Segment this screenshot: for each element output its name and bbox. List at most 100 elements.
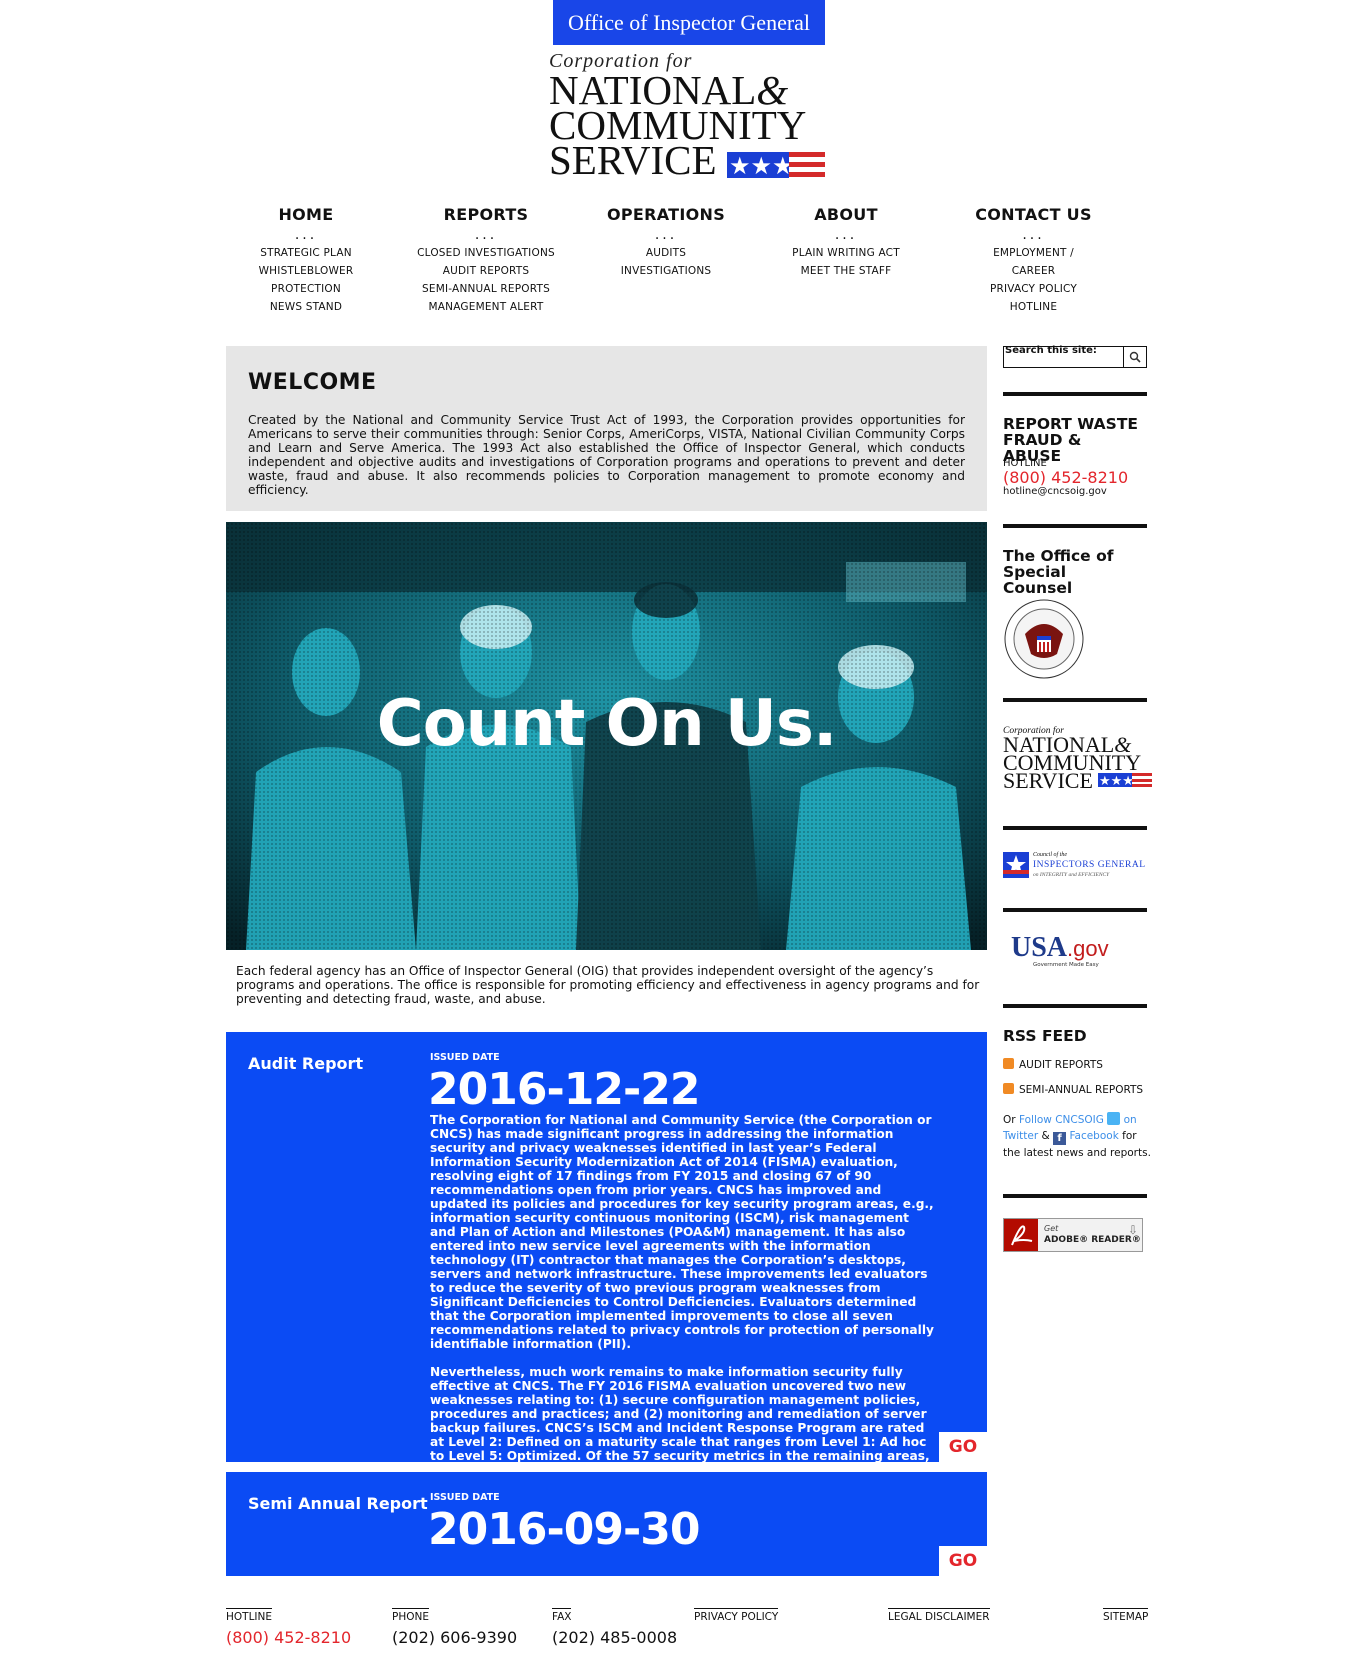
nav-dots: ... <box>654 227 678 243</box>
nav-dots: ... <box>1022 227 1045 243</box>
nav-col-home: HOME ... STRATEGIC PLAN WHISTLEBLOWER PR… <box>226 205 386 316</box>
cigie-sub: on INTEGRITY and EFFICIENCY <box>1033 872 1110 878</box>
nav-semi-annual-reports[interactable]: SEMI-ANNUAL REPORTS <box>411 280 561 298</box>
flag-stars-stripes-icon: ★★★ <box>726 151 825 180</box>
nav-plain-writing-act[interactable]: PLAIN WRITING ACT <box>786 244 906 262</box>
footer-label: HOTLINE <box>226 1608 273 1623</box>
footer-label: FAX <box>552 1608 572 1623</box>
usa-gov-logo[interactable]: USA.gov Government Made Easy <box>1011 932 1131 972</box>
nav-home[interactable]: HOME <box>226 205 386 224</box>
report-waste-title: REPORT WASTE FRAUD & ABUSE <box>1003 415 1138 465</box>
search-icon <box>1129 351 1141 363</box>
cigie-flag-icon <box>1003 852 1029 878</box>
footer-label[interactable]: PRIVACY POLICY <box>694 1608 779 1623</box>
sidebar-divider <box>1003 1004 1147 1008</box>
osc-seal-icon[interactable] <box>1003 598 1085 680</box>
footer-label[interactable]: SITEMAP <box>1103 1608 1149 1623</box>
nav-col-reports: REPORTS ... CLOSED INVESTIGATIONS AUDIT … <box>411 205 561 316</box>
welcome-text: Created by the National and Community Se… <box>248 413 965 497</box>
adobe-reader-button[interactable]: Get ADOBE® READER® ⇩ <box>1003 1218 1143 1252</box>
footer-legal-disclaimer[interactable]: LEGAL DISCLAIMER <box>888 1605 990 1624</box>
hotline-email[interactable]: hotline@cncsoig.gov <box>1003 486 1107 497</box>
sidebar-divider <box>1003 1194 1147 1198</box>
facebook-link[interactable]: Facebook <box>1069 1130 1118 1142</box>
search-input[interactable]: Search this site: <box>1003 345 1147 368</box>
report-title[interactable]: Audit Report <box>248 1054 363 1073</box>
sidebar-divider <box>1003 908 1147 912</box>
cigie-small: Council of the <box>1033 852 1067 858</box>
nav-reports[interactable]: REPORTS <box>411 205 561 224</box>
footer-label: PHONE <box>392 1608 429 1623</box>
audit-report-card: Audit Report ISSUED DATE 2016-12-22 The … <box>226 1032 987 1491</box>
report-date: 2016-09-30 <box>428 1504 700 1555</box>
rss-icon <box>1003 1058 1014 1069</box>
rss-semi-annual-reports[interactable]: SEMI-ANNUAL REPORTS <box>1003 1083 1143 1096</box>
svg-text:★★★: ★★★ <box>729 152 794 180</box>
cigie-logo[interactable]: Council of the INSPECTORS GENERAL on INT… <box>1003 852 1153 882</box>
nav-audit-reports[interactable]: AUDIT REPORTS <box>411 262 561 280</box>
svg-text:★★★: ★★★ <box>1099 774 1134 788</box>
twitter-link[interactable]: Twitter <box>1003 1130 1038 1142</box>
nav-col-about: ABOUT ... PLAIN WRITING ACT MEET THE STA… <box>786 205 906 280</box>
main-nav: HOME ... STRATEGIC PLAN WHISTLEBLOWER PR… <box>226 205 1156 325</box>
download-arrow-icon: ⇩ <box>1127 1223 1138 1237</box>
rss-label: SEMI-ANNUAL REPORTS <box>1019 1084 1144 1096</box>
nav-management-alert[interactable]: MANAGEMENT ALERT <box>411 298 561 316</box>
follow-or: Or <box>1003 1114 1016 1126</box>
nav-privacy-policy[interactable]: PRIVACY POLICY <box>971 280 1096 298</box>
footer-value[interactable]: (800) 452-8210 <box>226 1628 351 1647</box>
footer-sitemap[interactable]: SITEMAP <box>1103 1605 1149 1624</box>
site-header: Office of Inspector General Corporation … <box>0 0 1366 190</box>
nav-audits[interactable]: AUDITS <box>606 244 726 262</box>
nav-closed-investigations[interactable]: CLOSED INVESTIGATIONS <box>411 244 561 262</box>
welcome-panel: WELCOME Created by the National and Comm… <box>226 346 987 511</box>
nav-dots: ... <box>474 227 498 243</box>
search-button[interactable] <box>1123 346 1147 368</box>
rss-audit-reports[interactable]: AUDIT REPORTS <box>1003 1058 1103 1071</box>
flag-stars-stripes-icon: ★★★ <box>1098 773 1153 789</box>
follow-amp: & <box>1041 1130 1050 1142</box>
footer-phone: PHONE (202) 606-9390 <box>392 1605 517 1647</box>
nav-about[interactable]: ABOUT <box>786 205 906 224</box>
hero-tagline: Count On Us. <box>376 687 838 761</box>
twitter-icon[interactable] <box>1107 1112 1121 1125</box>
cigie-name: INSPECTORS GENERAL <box>1033 860 1146 870</box>
footer-value[interactable]: (202) 606-9390 <box>392 1628 517 1647</box>
nav-strategic-plan[interactable]: STRATEGIC PLAN <box>226 244 386 262</box>
report-date: 2016-12-22 <box>428 1064 700 1115</box>
footer-fax: FAX (202) 485-0008 <box>552 1605 677 1647</box>
welcome-title: WELCOME <box>248 370 377 395</box>
go-button[interactable]: GO <box>939 1546 987 1576</box>
nav-employment-career[interactable]: EMPLOYMENT / CAREER <box>971 244 1096 280</box>
nav-meet-the-staff[interactable]: MEET THE STAFF <box>786 262 906 280</box>
hotline-phone[interactable]: (800) 452-8210 <box>1003 468 1128 487</box>
mini-logo-service: SERVICE <box>1003 768 1093 793</box>
facebook-icon[interactable]: f <box>1053 1132 1067 1145</box>
go-button[interactable]: GO <box>939 1432 987 1462</box>
rss-icon <box>1003 1083 1014 1094</box>
follow-text: Or Follow CNCSOIG on Twitter & f Faceboo… <box>1003 1112 1153 1161</box>
nav-hotline[interactable]: HOTLINE <box>971 298 1096 316</box>
osc-title[interactable]: The Office of Special Counsel <box>1003 548 1133 596</box>
adobe-icon <box>1004 1219 1038 1251</box>
nav-whistleblower-protection[interactable]: WHISTLEBLOWER PROTECTION <box>226 262 386 298</box>
adobe-name: ADOBE® READER® <box>1044 1235 1141 1245</box>
usa-text: USA <box>1011 932 1068 963</box>
report-title[interactable]: Semi Annual Report <box>248 1494 428 1513</box>
footer-privacy-policy[interactable]: PRIVACY POLICY <box>694 1605 779 1624</box>
adobe-get: Get <box>1044 1224 1059 1233</box>
oig-title-banner[interactable]: Office of Inspector General <box>553 0 825 45</box>
nav-operations[interactable]: OPERATIONS <box>606 205 726 224</box>
corp-logo[interactable]: Corporation for NATIONAL& COMMUNITY SERV… <box>549 50 829 181</box>
nav-dots: ... <box>834 227 858 243</box>
nav-contact-us[interactable]: CONTACT US <box>971 205 1096 224</box>
hero-banner-image: Count On Us. <box>226 522 987 950</box>
footer-label[interactable]: LEGAL DISCLAIMER <box>888 1608 990 1623</box>
issued-date-label: ISSUED DATE <box>430 1492 500 1503</box>
cncs-mini-logo[interactable]: Corporation for NATIONAL& COMMUNITY SERV… <box>1003 726 1153 793</box>
nav-investigations[interactable]: INVESTIGATIONS <box>606 262 726 280</box>
follow-link[interactable]: Follow CNCSOIG <box>1019 1114 1104 1126</box>
nav-news-stand[interactable]: NEWS STAND <box>226 298 386 316</box>
sidebar-divider <box>1003 524 1147 528</box>
issued-date-label: ISSUED DATE <box>430 1052 500 1063</box>
